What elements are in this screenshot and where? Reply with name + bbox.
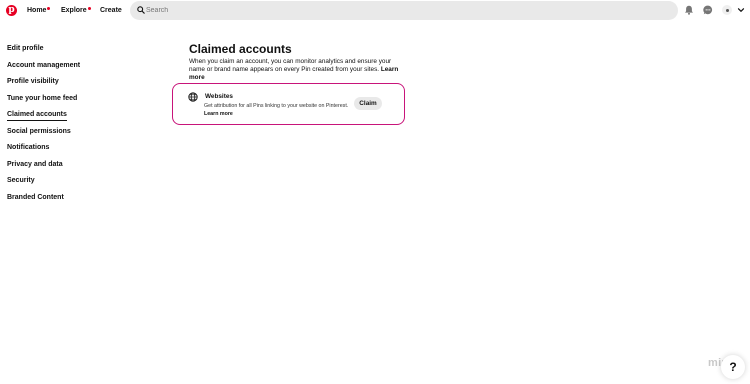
sidebar-item-edit-profile[interactable]: Edit profile [7, 44, 44, 53]
help-button[interactable]: ? [721, 355, 745, 379]
chevron-down-icon[interactable] [737, 5, 745, 15]
sidebar-item-claimed-accounts[interactable]: Claimed accounts [7, 110, 67, 121]
search-icon [137, 6, 145, 14]
pinterest-logo-icon[interactable]: p [6, 5, 17, 16]
sidebar-item-notifications[interactable]: Notifications [7, 143, 49, 152]
notification-dot [47, 7, 51, 10]
nav-explore-link[interactable]: Explore [61, 7, 91, 14]
sidebar-item-account-management[interactable]: Account management [7, 61, 80, 70]
messages-icon[interactable] [703, 5, 713, 15]
search-bar[interactable] [130, 1, 678, 20]
sidebar-item-security[interactable]: Security [7, 176, 35, 185]
sidebar-item-tune-home-feed[interactable]: Tune your home feed [7, 94, 77, 103]
page-title: Claimed accounts [189, 42, 292, 56]
sidebar-item-branded-content[interactable]: Branded Content [7, 193, 64, 202]
bell-icon[interactable] [684, 5, 694, 15]
notification-dot [87, 7, 91, 10]
search-input[interactable] [146, 4, 646, 17]
claim-button[interactable]: Claim [354, 97, 382, 110]
globe-icon [188, 92, 198, 102]
avatar[interactable] [722, 5, 732, 15]
sidebar-item-social-permissions[interactable]: Social permissions [7, 127, 71, 136]
card-description: Get attribution for all Pins linking to … [204, 103, 349, 117]
sidebar-item-privacy-and-data[interactable]: Privacy and data [7, 160, 63, 169]
sidebar-item-profile-visibility[interactable]: Profile visibility [7, 77, 59, 86]
nav-create-link[interactable]: Create [100, 7, 122, 14]
card-learn-more-link[interactable]: Learn more [204, 111, 233, 117]
nav-home-link[interactable]: Home [27, 7, 51, 14]
card-title: Websites [205, 93, 233, 100]
top-nav-bar: p Home Explore Create [0, 0, 750, 21]
page-description: When you claim an account, you can monit… [189, 58, 399, 81]
